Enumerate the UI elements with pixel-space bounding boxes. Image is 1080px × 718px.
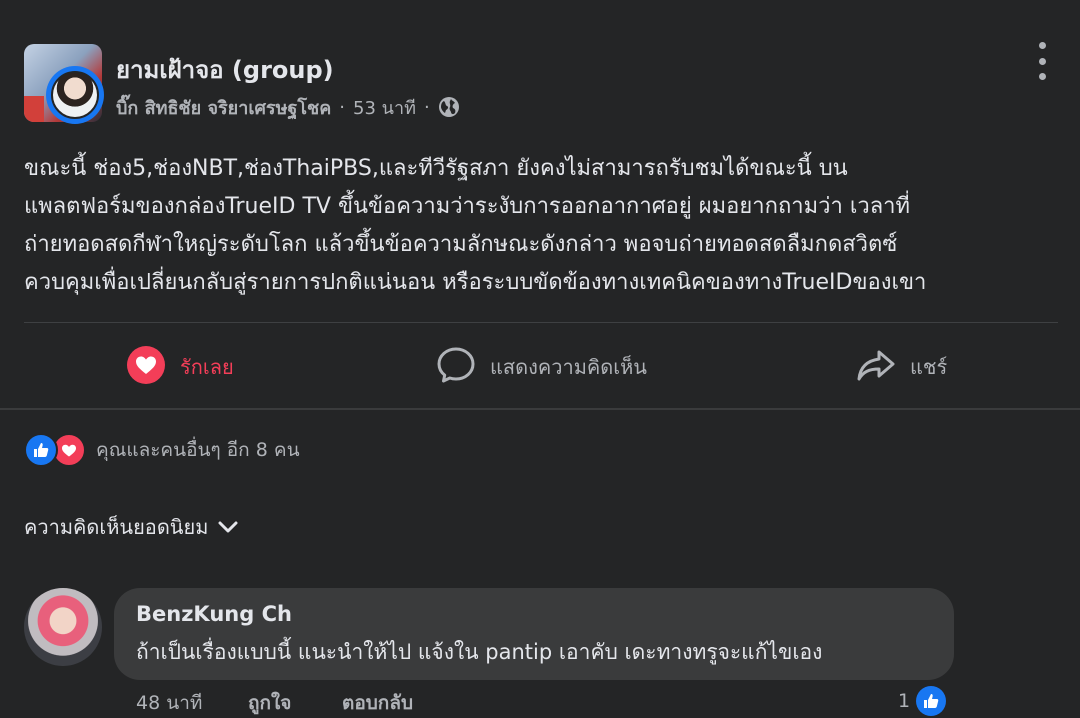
- post-time[interactable]: 53 นาที: [353, 93, 416, 122]
- group-name[interactable]: ยามเฝ้าจอ (group): [116, 50, 334, 89]
- post-text-line: ถ่ายทอดสดกีฬาใหญ่ระดับโลก แล้วขึ้นข้อควา…: [24, 232, 898, 257]
- like-reaction-icon: [916, 686, 947, 716]
- post-text-line: ขณะนี้ ช่อง5,ช่องNBT,ช่องThaiPBS,และทีวี…: [24, 156, 848, 181]
- group-avatar-detail: [24, 96, 44, 122]
- reaction-summary[interactable]: คุณและคนอื่นๆ อีก 8 คน: [24, 432, 300, 468]
- comment-reaction-count[interactable]: 1: [898, 686, 947, 716]
- love-icon: [126, 345, 166, 390]
- comment-sort-dropdown[interactable]: ความคิดเห็นยอดนิยม: [24, 510, 238, 544]
- divider: [24, 322, 1058, 323]
- section-divider: [0, 408, 1080, 410]
- share-button[interactable]: แชร์: [856, 344, 947, 390]
- dot: [1038, 57, 1046, 65]
- chevron-down-icon: [218, 515, 238, 539]
- post-body: ขณะนี้ ช่อง5,ช่องNBT,ช่องThaiPBS,และทีวี…: [24, 150, 1058, 302]
- dot: [1038, 42, 1046, 49]
- share-label: แชร์: [910, 355, 948, 379]
- love-label: รักเลย: [180, 355, 234, 379]
- more-options-icon[interactable]: [1030, 42, 1054, 80]
- comment-sort-label: ความคิดเห็นยอดนิยม: [24, 515, 209, 539]
- comment-author[interactable]: BenzKung Ch: [136, 602, 292, 626]
- post-text-line: ควบคุมเพื่อเปลี่ยนกลับสู่รายการปกติแน่นอ…: [24, 270, 927, 295]
- comment-bubble: BenzKung Ch ถ้าเป็นเรื่องแบบนี้ แนะนำให้…: [114, 588, 954, 680]
- dot: [1038, 73, 1046, 80]
- comment-icon: [436, 345, 476, 390]
- comment-text: ถ้าเป็นเรื่องแบบนี้ แนะนำให้ไป แจ้งใน pa…: [136, 640, 823, 664]
- like-reaction-icon: [24, 433, 58, 467]
- comment-button[interactable]: แสดงความคิดเห็น: [436, 344, 647, 390]
- meta-separator-2: ·: [423, 96, 430, 118]
- commenter-avatar[interactable]: [24, 588, 102, 666]
- reaction-summary-text: คุณและคนอื่นๆ อีก 8 คน: [96, 439, 300, 461]
- share-icon: [856, 345, 896, 390]
- author-avatar-image: [51, 71, 99, 119]
- author-avatar[interactable]: [46, 66, 104, 124]
- comment-time[interactable]: 48 นาที: [136, 688, 202, 718]
- comment-like-count: 1: [898, 690, 911, 712]
- comment-label: แสดงความคิดเห็น: [490, 355, 647, 379]
- post-text-line: แพลตฟอร์มของกล่องTrueID TV ขึ้นข้อความว่…: [24, 194, 911, 219]
- post-author[interactable]: บิ๊ก สิทธิชัย จริยาเศรษฐโชค: [116, 93, 331, 122]
- comment-like-button[interactable]: ถูกใจ: [248, 688, 291, 718]
- comment-reply-button[interactable]: ตอบกลับ: [342, 688, 413, 718]
- post-meta: บิ๊ก สิทธิชัย จริยาเศรษฐโชค · 53 นาที ·: [116, 92, 460, 122]
- meta-separator: ·: [339, 96, 346, 118]
- love-button[interactable]: รักเลย: [126, 344, 234, 390]
- globe-icon: [438, 96, 460, 118]
